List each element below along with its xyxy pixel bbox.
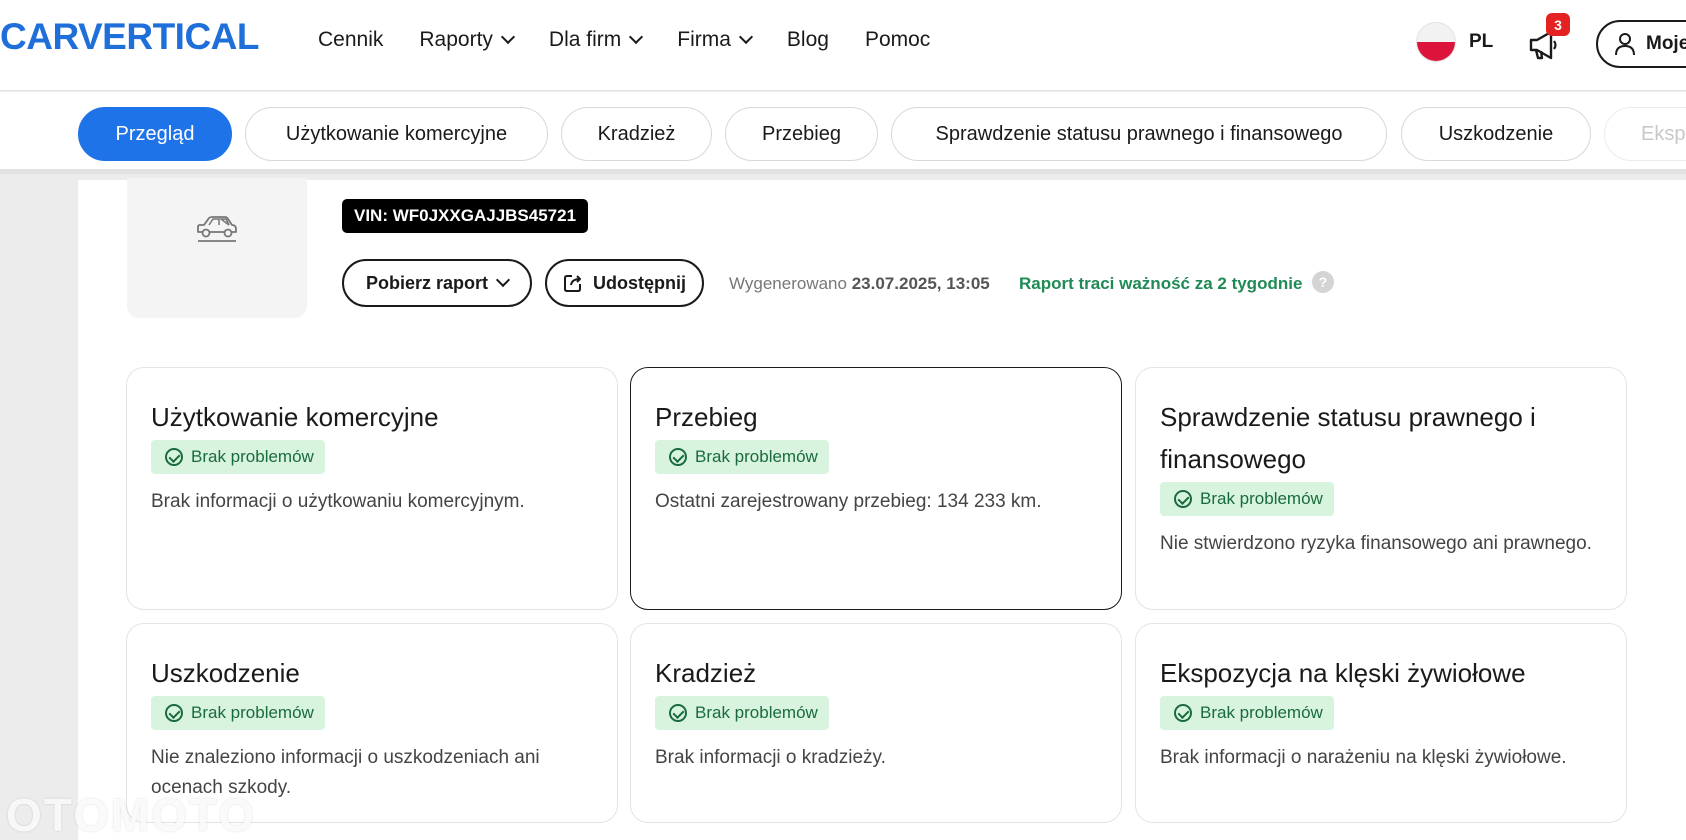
- card-title: Użytkowanie komercyjne: [151, 402, 439, 432]
- carvertical-logo[interactable]: CARVERTICAL: [0, 16, 260, 58]
- card-title: Sprawdzenie statusu prawnego i finansowe…: [1160, 402, 1536, 474]
- generated-info: Wygenerowano 23.07.2025, 13:05: [729, 274, 990, 293]
- card-title: Przebieg: [655, 402, 758, 432]
- card-description: Ostatni zarejestrowany przebieg: 134 233…: [655, 491, 1042, 512]
- card-title: Uszkodzenie: [151, 658, 300, 688]
- check-circle-icon: [165, 704, 183, 722]
- download-report-button[interactable]: Pobierz raport: [342, 259, 532, 307]
- tab-ekspozycja[interactable]: Ekspo: [1604, 107, 1686, 161]
- card-description: Nie stwierdzono ryzyka finansowego ani p…: [1160, 533, 1592, 554]
- tab-przeglad[interactable]: Przegląd: [78, 107, 232, 161]
- card-status-prawny[interactable]: Sprawdzenie statusu prawnego i finansowe…: [1135, 367, 1627, 610]
- otomoto-watermark: OTOMOTO: [6, 789, 256, 840]
- section-tabs: Przegląd Użytkowanie komercyjne Kradzież…: [0, 92, 1686, 174]
- share-icon: [564, 275, 581, 292]
- help-icon[interactable]: ?: [1312, 271, 1334, 293]
- card-description: Brak informacji o użytkowaniu komercyjny…: [151, 491, 525, 512]
- nav-item-firma[interactable]: Firma: [677, 28, 753, 52]
- account-button[interactable]: Moje: [1596, 20, 1686, 68]
- check-circle-icon: [1174, 704, 1192, 722]
- check-circle-icon: [669, 704, 687, 722]
- card-przebieg[interactable]: Przebieg Brak problemów Ostatni zarejest…: [630, 367, 1122, 610]
- vin-label: VIN: WF0JXXGAJJBS45721: [342, 199, 589, 233]
- card-ekspozycja[interactable]: Ekspozycja na klęski żywiołowe Brak prob…: [1135, 623, 1627, 823]
- status-badge: Brak problemów: [1160, 482, 1334, 516]
- language-selector[interactable]: PL: [1417, 23, 1493, 61]
- card-uzytkowanie-komercyjne[interactable]: Użytkowanie komercyjne Brak problemów Br…: [126, 367, 618, 610]
- card-kradziez[interactable]: Kradzież Brak problemów Brak informacji …: [630, 623, 1122, 823]
- nav-item-blog[interactable]: Blog: [787, 28, 829, 52]
- notification-count-badge: 3: [1546, 13, 1570, 36]
- card-title: Ekspozycja na klęski żywiołowe: [1160, 658, 1526, 688]
- nav-item-raporty[interactable]: Raporty: [419, 28, 515, 52]
- check-circle-icon: [669, 448, 687, 466]
- expiry-notice: Raport traci ważność za 2 tygodnie: [1019, 274, 1303, 293]
- chevron-down-icon: [495, 272, 511, 288]
- nav-item-pomoc[interactable]: Pomoc: [865, 28, 930, 52]
- vehicle-thumbnail: [127, 178, 307, 318]
- top-header: CARVERTICAL Cennik Raporty Dla firm Firm…: [0, 0, 1686, 91]
- tab-przebieg[interactable]: Przebieg: [725, 107, 878, 161]
- poland-flag-icon: [1417, 23, 1455, 61]
- check-circle-icon: [165, 448, 183, 466]
- check-circle-icon: [1174, 490, 1192, 508]
- nav-item-cennik[interactable]: Cennik: [318, 28, 383, 52]
- status-badge: Brak problemów: [151, 696, 325, 730]
- chevron-down-icon: [500, 29, 515, 45]
- card-title: Kradzież: [655, 658, 757, 688]
- tab-status-prawny[interactable]: Sprawdzenie statusu prawnego i finansowe…: [891, 107, 1387, 161]
- status-badge: Brak problemów: [151, 440, 325, 474]
- share-button[interactable]: Udostępnij: [545, 259, 704, 307]
- chevron-down-icon: [738, 29, 753, 45]
- chevron-down-icon: [629, 29, 644, 45]
- tab-uszkodzenie[interactable]: Uszkodzenie: [1401, 107, 1591, 161]
- main-nav: Cennik Raporty Dla firm Firma Blog Pomoc: [318, 28, 930, 52]
- tab-kradziez[interactable]: Kradzież: [561, 107, 712, 161]
- status-badge: Brak problemów: [655, 696, 829, 730]
- status-badge: Brak problemów: [655, 440, 829, 474]
- user-icon: [1615, 33, 1635, 56]
- card-description: Brak informacji o narażeniu na klęski ży…: [1160, 747, 1567, 768]
- tab-uzytkowanie-komercyjne[interactable]: Użytkowanie komercyjne: [245, 107, 548, 161]
- card-description: Brak informacji o kradzieży.: [655, 747, 886, 768]
- status-badge: Brak problemów: [1160, 696, 1334, 730]
- car-icon: [197, 216, 237, 242]
- nav-item-dla-firm[interactable]: Dla firm: [549, 28, 644, 52]
